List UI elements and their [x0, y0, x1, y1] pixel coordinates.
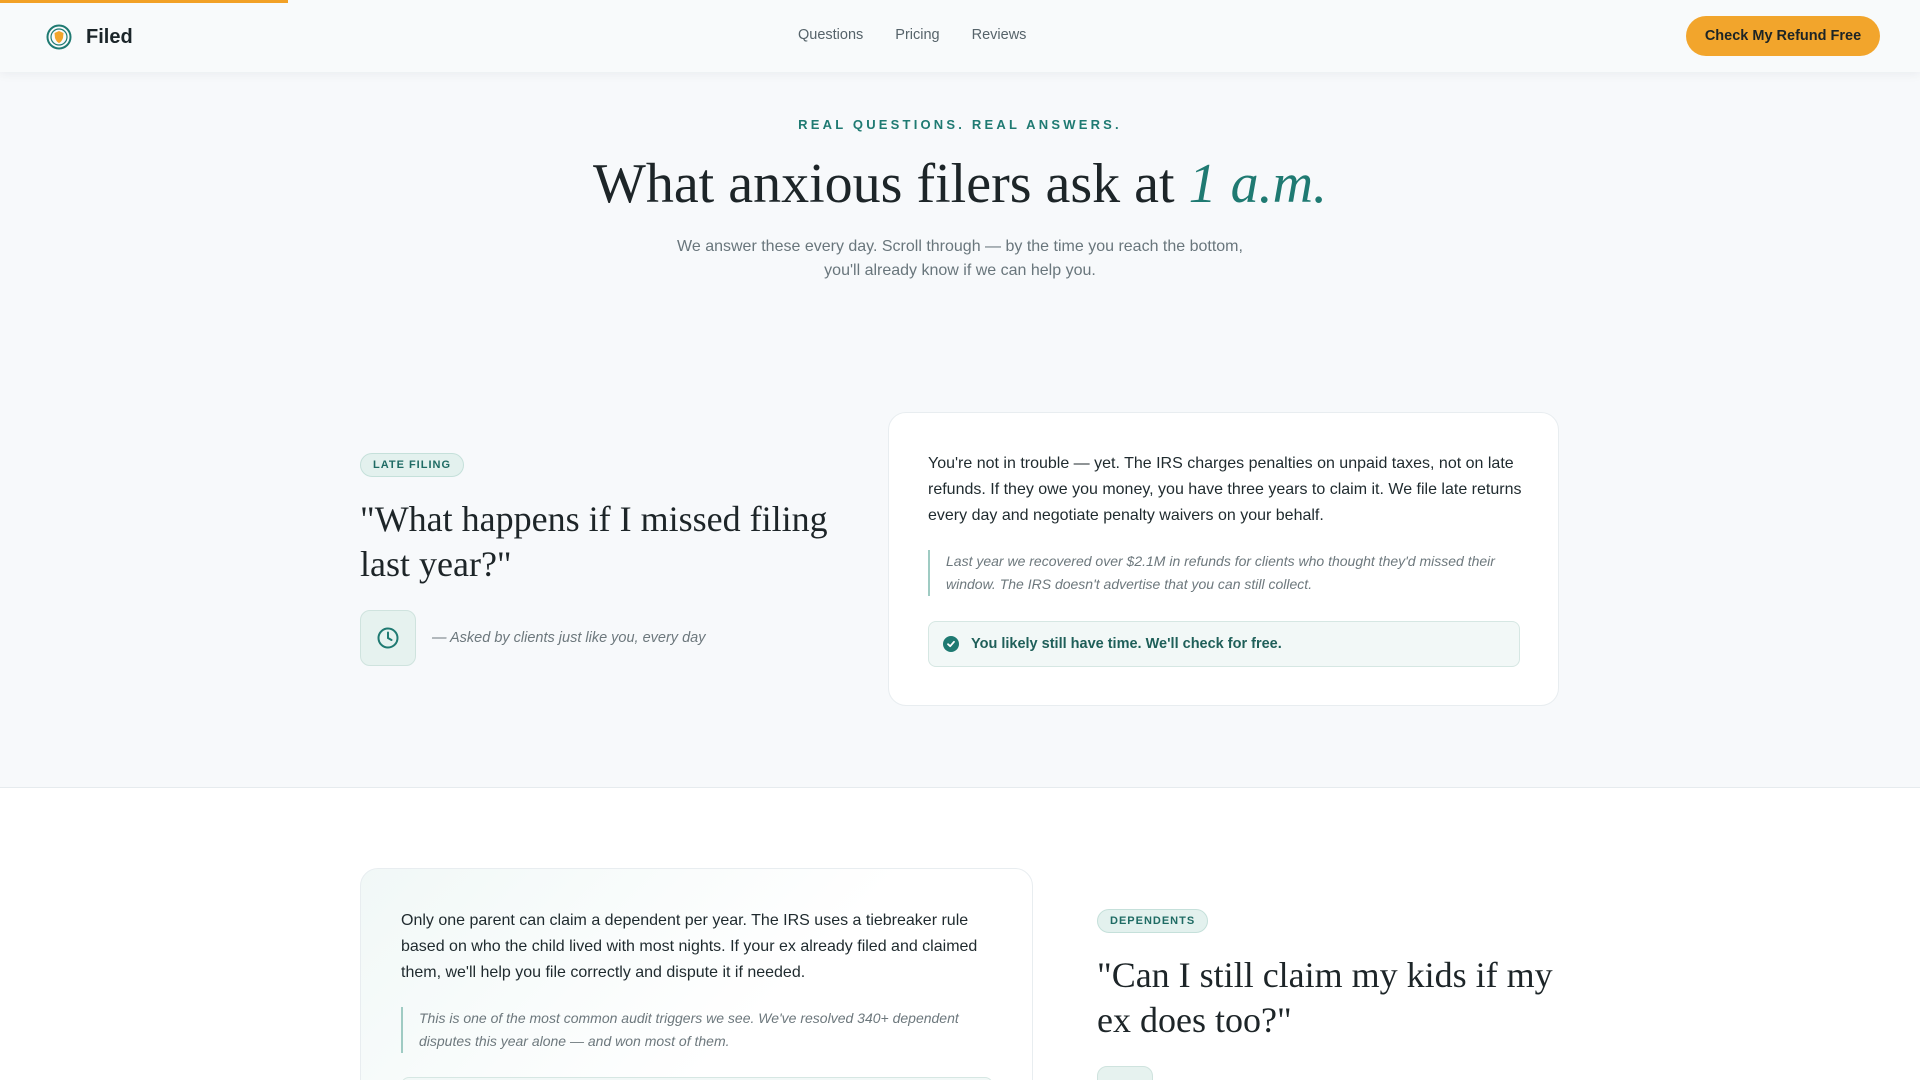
top-nav-bar: Filed Questions Pricing Reviews Check My…	[0, 0, 1920, 72]
check-circle-icon	[943, 636, 959, 652]
nav-link-questions[interactable]: Questions	[798, 27, 863, 43]
faq-tag-dependents: DEPENDENTS	[1097, 909, 1209, 933]
scroll-progress-bar	[0, 0, 288, 3]
icon-badge	[1097, 1066, 1153, 1080]
shield-seal-icon	[46, 24, 72, 50]
clock-badge	[360, 610, 416, 666]
answer-text: Only one parent can claim a dependent pe…	[401, 912, 978, 981]
hero-subtitle-line-1: We answer these every day. Scroll throug…	[677, 238, 1243, 255]
hero-subtitle: We answer these every day. Scroll throug…	[660, 235, 1260, 283]
clock-icon	[377, 627, 399, 649]
brand-name: Filed	[86, 25, 133, 48]
hero-title-main: What anxious filers ask at	[592, 153, 1189, 215]
reassurance-text: You likely still have time. We'll check …	[971, 636, 1282, 652]
check-refund-button[interactable]: Check My Refund Free	[1686, 16, 1880, 56]
answer-quote: This is one of the most common audit tri…	[401, 1007, 981, 1053]
asked-by-note: — Asked by clients just like you, every …	[432, 630, 706, 646]
faq-question-late-filing: "What happens if I missed filing last ye…	[360, 499, 828, 584]
hero-subtitle-line-2: you'll already know if we can help you.	[824, 262, 1096, 279]
brand-logo[interactable]: Filed	[46, 24, 133, 50]
hero-title-accent: 1 a.m.	[1188, 153, 1328, 215]
answer-quote: Last year we recovered over $2.1M in ref…	[928, 550, 1508, 596]
faq-question-dependents: "Can I still claim my kids if my ex does…	[1097, 955, 1553, 1040]
reassurance-banner: You likely still have time. We'll check …	[928, 621, 1520, 667]
main-nav: Questions Pricing Reviews	[798, 27, 1026, 43]
nav-link-reviews[interactable]: Reviews	[972, 27, 1027, 43]
hero-title: What anxious filers ask at 1 a.m.	[0, 152, 1920, 216]
answer-card-late-filing: You're not in trouble — yet. The IRS cha…	[888, 412, 1559, 706]
answer-card-dependents: Only one parent can claim a dependent pe…	[360, 868, 1033, 1080]
hero-eyebrow: REAL QUESTIONS. REAL ANSWERS.	[798, 117, 1122, 132]
answer-text: You're not in trouble — yet. The IRS cha…	[928, 455, 1522, 524]
nav-link-pricing[interactable]: Pricing	[895, 27, 939, 43]
faq-tag-late-filing: LATE FILING	[360, 453, 465, 477]
